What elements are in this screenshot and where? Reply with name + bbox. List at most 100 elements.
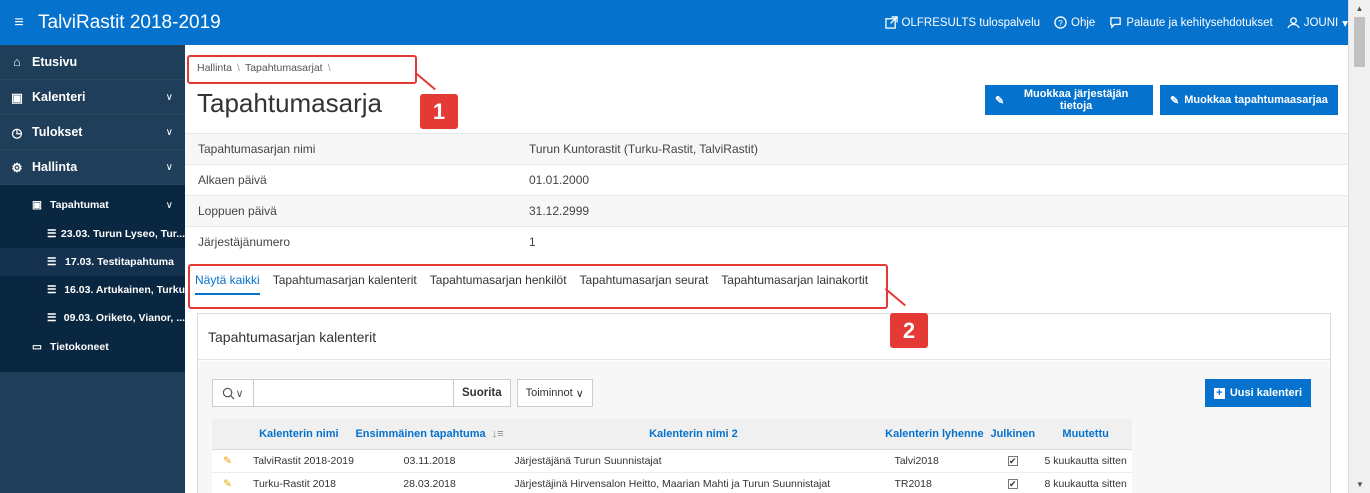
edit-row-icon[interactable]: ✎ — [212, 472, 243, 493]
sidebar-item-label: Tulokset — [32, 125, 83, 139]
chevron-down-icon[interactable]: ∨ — [166, 92, 173, 103]
grid-header[interactable]: Muutettu — [1039, 419, 1132, 450]
calendar-icon: ▣ — [11, 90, 23, 105]
chevron-down-icon: ∨ — [575, 387, 584, 400]
list-icon: ☰ — [47, 312, 57, 324]
detail-label: Alkaen päivä — [198, 173, 267, 187]
top-nav: OLFRESULTS tulospalvelu ? Ohje Palaute j… — [884, 0, 1348, 45]
list-icon: ☰ — [47, 228, 57, 240]
help-label: Ohje — [1071, 16, 1096, 29]
grid-header-label: Ensimmäinen tapahtuma — [355, 427, 486, 440]
calendars-region: Tapahtumasarjan kalenterit ∨ Suorita Toi… — [197, 313, 1331, 493]
button-label: Uusi kalenteri — [1229, 387, 1302, 399]
grid-header[interactable]: Julkinen — [986, 419, 1040, 450]
table-row: ✎ Turku-Rastit 2018 28.03.2018 Järjestäj… — [212, 472, 1132, 493]
table-row: ✎ TalviRastit 2018-2019 03.11.2018 Järje… — [212, 449, 1132, 473]
chevron-down-icon[interactable]: ∨ — [166, 162, 173, 173]
grid-header-edit — [212, 419, 243, 450]
go-button[interactable]: Suorita — [454, 379, 511, 407]
cell-name: TalviRastit 2018-2019 — [242, 449, 355, 473]
cell-name2: Järjestäjinä Hirvensalon Heitto, Maarian… — [504, 472, 883, 493]
scroll-down-icon[interactable]: ▼ — [1349, 476, 1370, 493]
sidebar-item-event[interactable]: ☰ 17.03. Testitapahtuma — [0, 248, 185, 276]
cell-public: ✔ — [986, 472, 1040, 493]
sidebar-item-label: Tietokoneet — [50, 341, 109, 353]
feedback-label: Palaute ja kehitysehdotukset — [1126, 16, 1273, 29]
button-label: Muokkaa järjestäjän tietoja — [1023, 88, 1129, 112]
region-title: Tapahtumasarjan kalenterit — [198, 314, 1330, 360]
sidebar-item-events[interactable]: ▣ Tapahtumat ∨ — [0, 190, 185, 220]
sidebar-item-label: 09.03. Oriketo, Vianor, ... — [63, 312, 185, 324]
callout-box-breadcrumb — [187, 55, 417, 84]
olfresults-label: OLFRESULTS tulospalvelu — [901, 16, 1041, 29]
scrollbar-thumb[interactable] — [1354, 17, 1365, 67]
chevron-down-icon: ∨ — [235, 387, 244, 400]
app-title[interactable]: TalviRastit 2018-2019 — [38, 12, 221, 34]
cell-name: Turku-Rastit 2018 — [242, 472, 355, 493]
edit-series-button[interactable]: ✎ Muokkaa tapahtumaasarjaa — [1160, 85, 1338, 115]
search-column-selector[interactable]: ∨ — [212, 379, 254, 407]
sidebar-item-calendar[interactable]: ▣ Kalenteri ∨ — [0, 80, 185, 115]
new-calendar-button[interactable]: + Uusi kalenteri — [1204, 379, 1311, 407]
edit-organizer-button[interactable]: ✎ Muokkaa järjestäjän tietoja — [985, 85, 1153, 115]
callout-badge: 2 — [890, 313, 928, 348]
detail-label: Tapahtumasarjan nimi — [198, 142, 316, 156]
grid-header[interactable]: Kalenterin lyhenne — [882, 419, 987, 450]
external-link-icon — [884, 16, 898, 29]
sidebar-item-label: Kalenteri — [32, 90, 86, 104]
sidebar-item-results[interactable]: ◷ Tulokset ∨ — [0, 115, 185, 150]
scroll-up-icon[interactable]: ▲ — [1349, 0, 1370, 17]
cell-modified: 8 kuukautta sitten — [1039, 472, 1132, 493]
sidebar-item-event[interactable]: ☰ 09.03. Oriketo, Vianor, ... — [0, 304, 185, 332]
actions-menu-button[interactable]: Toiminnot ∨ — [516, 379, 593, 407]
sidebar: ⌂ Etusivu ▣ Kalenteri ∨ ◷ Tulokset ∨ ⚙ H… — [0, 45, 185, 493]
sidebar-item-home[interactable]: ⌂ Etusivu — [0, 45, 185, 80]
olfresults-link[interactable]: OLFRESULTS tulospalvelu — [884, 16, 1041, 29]
sidebar-item-label: 17.03. Testitapahtuma — [65, 256, 174, 268]
region-body: ∨ Suorita Toiminnot ∨ + Uusi kalenteri K… — [198, 361, 1330, 493]
detail-row: Järjestäjänumero 1 — [185, 226, 1348, 257]
page-scrollbar[interactable]: ▲ ▼ — [1348, 0, 1370, 493]
callout-badge: 1 — [420, 94, 458, 129]
search-input[interactable] — [254, 379, 454, 407]
grid-header[interactable]: Kalenterin nimi 2 — [504, 419, 883, 450]
plus-icon: + — [1213, 387, 1225, 399]
detail-label: Järjestäjänumero — [198, 235, 291, 249]
help-link[interactable]: ? Ohje — [1054, 16, 1095, 29]
detail-row: Alkaen päivä 01.01.2000 — [185, 164, 1348, 195]
chevron-down-icon[interactable]: ∨ — [166, 127, 173, 138]
button-label: Muokkaa tapahtumaasarjaa — [1184, 94, 1328, 106]
user-menu[interactable]: JOUNI ▾ — [1287, 16, 1348, 30]
sidebar-item-label: Tapahtumat — [50, 199, 109, 211]
gear-icon: ⚙ — [11, 160, 23, 175]
detail-value: 31.12.2999 — [529, 204, 590, 218]
user-label: JOUNI — [1303, 16, 1339, 29]
calendars-grid: Kalenterin nimi Ensimmäinen tapahtuma ↓≡… — [212, 419, 1132, 493]
detail-row: Tapahtumasarjan nimi Turun Kuntorastit (… — [185, 133, 1348, 164]
feedback-link[interactable]: Palaute ja kehitysehdotukset — [1109, 16, 1273, 29]
sidebar-item-computers[interactable]: ▭ Tietokoneet — [0, 332, 185, 362]
grid-header[interactable]: Ensimmäinen tapahtuma ↓≡ — [354, 419, 505, 450]
cell-abbr: TR2018 — [882, 472, 987, 493]
edit-row-icon[interactable]: ✎ — [212, 449, 243, 473]
detail-row: Loppuen päivä 31.12.2999 — [185, 195, 1348, 226]
chevron-down-icon[interactable]: ∨ — [166, 200, 173, 211]
cell-public: ✔ — [986, 449, 1040, 473]
sidebar-item-event[interactable]: ☰ 16.03. Artukainen, Turku — [0, 276, 185, 304]
sidebar-item-event[interactable]: ☰ 23.03. Turun Lyseo, Tur... — [0, 220, 185, 248]
grid-header-row: Kalenterin nimi Ensimmäinen tapahtuma ↓≡… — [212, 419, 1132, 450]
detail-value: Turun Kuntorastit (Turku-Rastit, TalviRa… — [529, 142, 758, 156]
actions-label: Toiminnot — [525, 387, 573, 399]
cell-abbr: Talvi2018 — [882, 449, 987, 473]
grid-header[interactable]: Kalenterin nimi — [242, 419, 355, 450]
sidebar-item-admin[interactable]: ⚙ Hallinta ∨ — [0, 150, 185, 185]
monitor-icon: ▭ — [32, 341, 42, 353]
clock-icon: ◷ — [11, 125, 23, 140]
sidebar-item-label: Etusivu — [32, 55, 78, 69]
svg-text:?: ? — [1058, 18, 1063, 28]
sidebar-item-label: 23.03. Turun Lyseo, Tur... — [60, 228, 185, 240]
menu-icon[interactable]: ≡ — [4, 14, 34, 32]
sidebar-admin-submenu: ▣ Tapahtumat ∨ ☰ 23.03. Turun Lyseo, Tur… — [0, 185, 185, 372]
search-icon — [223, 387, 235, 399]
detail-value: 01.01.2000 — [529, 173, 590, 187]
